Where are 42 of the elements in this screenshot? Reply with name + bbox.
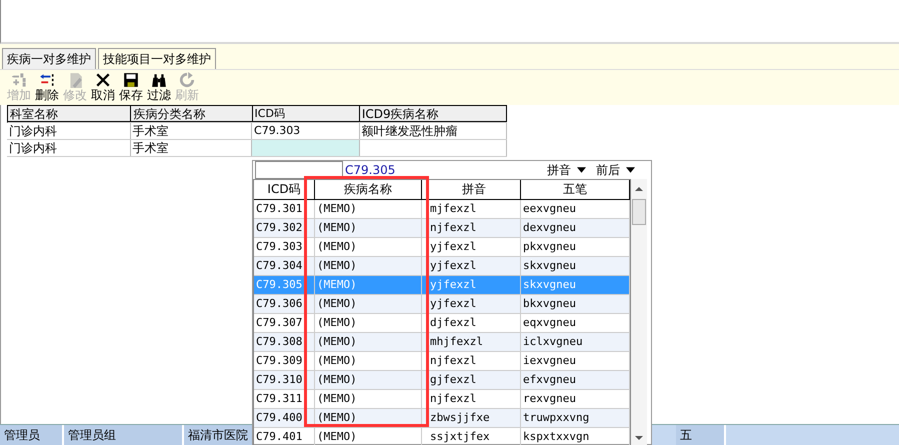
- table-row[interactable]: C79.310 (MEMO) gjfexzl efxvgneu: [254, 371, 630, 390]
- column-header[interactable]: 疾病名称: [315, 180, 422, 199]
- status-panel: 管理员: [0, 425, 64, 445]
- toolbar-button[interactable]: 过滤: [146, 72, 172, 103]
- table-cell: 额叶继发恶性肿瘤: [360, 123, 507, 139]
- toolbar-button[interactable]: 删除: [34, 72, 60, 103]
- close-icon: [95, 72, 111, 88]
- column-header[interactable]: ICD码: [254, 180, 315, 199]
- refresh-icon: [179, 72, 195, 88]
- tab[interactable]: 技能项目一对多维护: [98, 48, 216, 69]
- column-header[interactable]: ICD9疾病名称: [360, 106, 507, 122]
- input-field[interactable]: [252, 140, 360, 156]
- status-panel: 管理员组: [64, 425, 184, 445]
- table-cell: 手术室: [130, 123, 252, 139]
- scroll-down-icon[interactable]: [635, 436, 643, 440]
- table-row[interactable]: C79.401 (MEMO) ssjxtjfex kspxtxxvgn: [254, 428, 630, 445]
- column-header[interactable]: 疾病分类名称: [131, 106, 253, 122]
- column-header[interactable]: 五笔: [521, 180, 630, 199]
- column-header[interactable]: 科室名称: [8, 106, 132, 122]
- table-row[interactable]: C79.302 (MEMO) njfexzl dexvgneu: [254, 219, 630, 238]
- table-row[interactable]: C79.304 (MEMO) yjfexzl skxvgneu: [254, 257, 630, 276]
- table-cell: 门诊内科: [7, 140, 130, 156]
- table-row[interactable]: C79.306 (MEMO) yjfexzl bkxvgneu: [254, 295, 630, 314]
- status-panel: 五: [676, 425, 726, 445]
- table-cell: C79.303: [252, 123, 360, 139]
- remove-icon: [39, 72, 55, 88]
- toolbar-button[interactable]: 取消: [90, 72, 116, 103]
- insert-icon: [11, 72, 27, 88]
- scrollbar-thumb[interactable]: [632, 199, 646, 225]
- caret-icon: [577, 167, 586, 173]
- toolbar-button[interactable]: 保存: [118, 72, 144, 103]
- binoculars-icon: [151, 72, 167, 88]
- code-label: C79.305: [345, 163, 396, 177]
- tab[interactable]: 疾病一对多维护: [2, 48, 96, 69]
- column-header[interactable]: 拼音: [422, 180, 521, 199]
- table-row[interactable]: C79.308 (MEMO) mhjfexzl iclxvgneu: [254, 333, 630, 352]
- table-row[interactable]: C79.400 (MEMO) zbwsjjfxe truwpxxvng: [254, 409, 630, 428]
- table-cell: 门诊内科: [7, 123, 130, 139]
- search-field[interactable]: [255, 161, 343, 179]
- column-header[interactable]: ICD码: [252, 106, 360, 122]
- scroll-up-icon[interactable]: [635, 187, 643, 191]
- caret-icon: [626, 167, 635, 173]
